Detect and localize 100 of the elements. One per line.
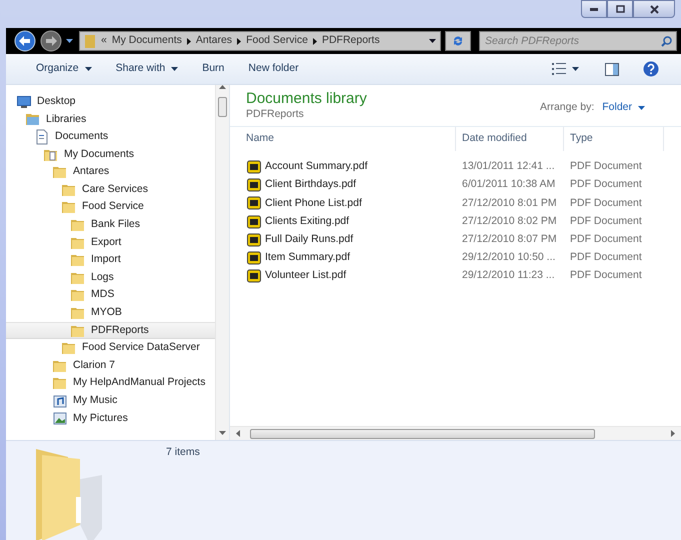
search-icon [661,36,672,47]
breadcrumb[interactable]: PDFReports [322,33,380,49]
breadcrumb[interactable]: Antares [196,33,232,49]
tree-item[interactable]: MYOB [6,304,215,322]
pdf-file-icon [247,178,261,192]
table-cell-text: PDF Document [569,268,643,284]
horizontal-scrollbar[interactable] [230,426,681,440]
table-cell-text: 13/01/2011 12:41 ... [461,159,556,174]
forward-button[interactable] [40,30,62,52]
table-cell-text: 27/12/2010 8:02 PM [461,214,558,229]
table-cell-text: PDF Document [569,159,643,174]
arrange-label: Arrange by: [540,100,594,115]
minimize-icon [590,8,598,10]
history-dropdown[interactable] [66,39,73,43]
tree-item[interactable]: My Documents [6,146,215,164]
minimize-button[interactable] [581,0,607,18]
separator-arrow-icon [312,38,317,44]
caret-icon [638,106,645,110]
caret-icon [66,39,73,43]
pdf-file-icon [247,160,261,174]
pdf-file-icon [247,251,261,266]
scroll-left-icon [236,430,240,437]
column-header[interactable]: Name [230,127,456,151]
music-folder-icon [52,392,68,409]
toolbar-button[interactable]: Burn [194,58,232,80]
close-button[interactable] [633,0,675,18]
table-cell-text: 6/01/2011 10:38 AM [461,177,556,192]
tree-item[interactable]: Documents [6,128,215,146]
tree-item[interactable]: PDFReports [6,322,215,340]
pictures-folder-icon [52,410,68,426]
scroll-thumb[interactable] [250,428,595,438]
tree-item[interactable]: Import [6,251,215,269]
tree-item[interactable]: Bank Files [6,216,215,234]
list-view-icon [552,63,566,75]
preview-pane-icon [605,62,619,76]
table-cell-text: 29/12/2010 11:23 ... [461,268,556,284]
column-header[interactable]: Type [564,127,664,151]
column-header[interactable]: Date modified [456,127,564,151]
table-cell-text: PDF Document [569,232,643,247]
tree-item[interactable]: Desktop [6,93,215,111]
caret-icon [84,67,92,71]
close-icon [650,4,658,14]
address-field[interactable]: « My Documents Antares Food Service PDFReports [79,31,441,51]
help-icon [643,61,659,77]
breadcrumb[interactable]: Food Service [246,33,308,49]
toolbar-button[interactable]: Organize [28,58,100,80]
tree-item[interactable]: My Music [6,392,215,410]
tree-item[interactable]: Logs [6,268,215,287]
back-button[interactable] [14,30,36,52]
file-name[interactable]: Account Summary.pdf [265,159,368,175]
tree-item[interactable]: Antares [6,163,215,181]
toolbar-button[interactable]: Share with [108,58,186,80]
caret-icon [429,39,436,43]
tree-item[interactable]: Food Service DataServer [6,339,215,357]
pdf-file-icon [247,214,261,229]
scroll-thumb[interactable] [218,97,227,117]
table-cell-text: 27/12/2010 8:01 PM [461,196,558,211]
search-field[interactable]: Search PDFReports [479,31,677,51]
file-name[interactable]: Full Daily Runs.pdf [265,232,354,248]
tree-item[interactable]: My Pictures [6,410,215,428]
file-name[interactable]: Client Birthdays.pdf [265,177,356,194]
table-cell-text: PDF Document [569,250,643,266]
breadcrumb[interactable]: My Documents [112,33,182,49]
table-cell-text: PDF Document [569,196,643,211]
table-cell-text: PDF Document [569,177,643,192]
file-name[interactable]: Clients Exiting.pdf [265,214,350,230]
separator-arrow-icon [237,38,242,44]
tree-item[interactable]: Food Service [6,198,215,216]
toolbar-button[interactable]: New folder [240,58,307,80]
file-name[interactable]: Item Summary.pdf [265,250,350,266]
maximize-button[interactable] [607,0,633,18]
caret-icon [171,67,178,71]
tree-item[interactable]: Clarion 7 [6,356,215,374]
table-cell-text: 27/12/2010 8:07 PM [461,232,558,247]
library-subtitle: PDFReports [246,107,305,122]
tree-item[interactable]: MDS [6,286,215,304]
scroll-down-icon [219,431,226,435]
pdf-file-icon [247,269,261,284]
library-title: Documents library [246,90,367,107]
maximize-icon [616,5,624,13]
tree-item[interactable]: Export [6,234,215,252]
vertical-scrollbar[interactable] [215,85,229,440]
refresh-icon [452,35,464,47]
scroll-right-icon [671,430,675,437]
file-name[interactable]: Volunteer List.pdf [265,268,346,284]
file-name[interactable]: Client Phone List.pdf [265,196,362,212]
tree-item[interactable]: My HelpAndManual Projects [6,374,215,392]
arrange-dropdown[interactable]: Folder [602,100,645,116]
pdf-file-icon [247,196,261,210]
caret-icon [572,67,579,71]
document-icon [34,128,50,145]
tree-item[interactable]: Libraries [6,110,215,128]
separator-arrow-icon [186,38,191,44]
library-folder-icon [25,111,41,128]
tree-item[interactable]: Care Services [6,180,215,199]
item-count: 7 items [165,445,200,460]
refresh-button[interactable] [445,31,471,51]
pdf-file-icon [247,232,261,247]
overflow-chevron[interactable]: « [101,33,107,49]
desktop-icon [16,94,32,110]
